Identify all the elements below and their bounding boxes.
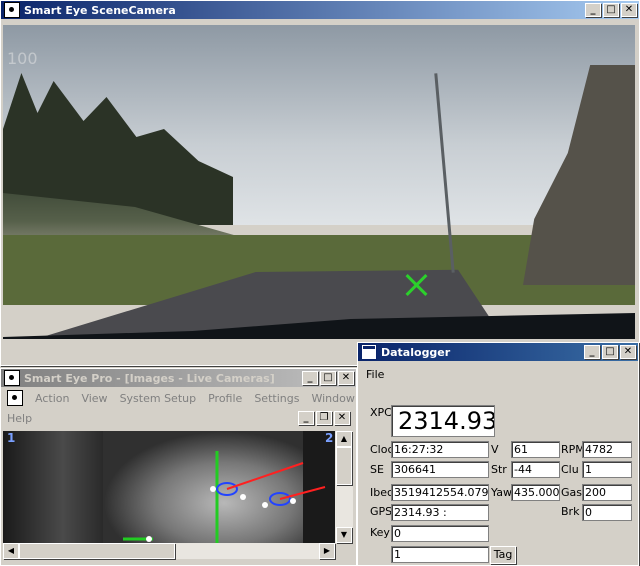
se-field[interactable]: 306641 (391, 461, 489, 478)
tag-field[interactable]: 1 (391, 546, 489, 563)
scroll-down-icon[interactable]: ▼ (336, 527, 352, 543)
camera-icon (4, 370, 20, 386)
horizontal-scrollbar[interactable]: ◀ ▶ (3, 543, 335, 559)
gps-field[interactable]: 2314.93 : (391, 504, 489, 521)
datalogger-title: Datalogger (381, 345, 451, 359)
ibec-field[interactable]: 3519412554.07914 (391, 484, 489, 501)
menu-settings[interactable]: Settings (254, 392, 299, 405)
rpm-field[interactable]: 4782 (582, 441, 632, 458)
v-field[interactable]: 61 (511, 441, 560, 458)
v-label: V (491, 443, 499, 456)
maximize-button[interactable]: □ (602, 345, 618, 359)
menu-system-setup[interactable]: System Setup (120, 392, 197, 405)
menu-action[interactable]: Action (35, 392, 69, 405)
datalogger-titlebar[interactable]: Datalogger _ □ ✕ (358, 343, 638, 361)
scroll-up-icon[interactable]: ▲ (336, 431, 352, 447)
document-icon[interactable] (7, 390, 23, 406)
scroll-thumb[interactable] (336, 447, 352, 485)
str-label: Str (491, 463, 507, 476)
child-minimize-button[interactable]: _ (298, 411, 314, 425)
smart-eye-pro-window: Smart Eye Pro - [Images - Live Cameras] … (0, 368, 357, 566)
vertical-scrollbar[interactable]: ▲ ▼ (335, 431, 353, 543)
minimize-button[interactable]: _ (584, 345, 600, 359)
live-camera-images: 1 2 (3, 431, 335, 543)
key-field[interactable]: 0 (391, 525, 489, 542)
xpc-display: 2314.93 (391, 405, 495, 437)
clu-field[interactable]: 1 (582, 461, 632, 478)
close-button[interactable]: ✕ (620, 345, 636, 359)
close-button[interactable]: ✕ (338, 371, 354, 385)
window-icon (361, 344, 377, 360)
yaw-field[interactable]: 435.000 (511, 484, 560, 501)
scene-titlebar[interactable]: Smart Eye SceneCamera _ □ ✕ (1, 1, 639, 19)
cloc-label: Cloc (370, 443, 394, 456)
minimize-button[interactable]: _ (585, 3, 601, 17)
gas-label: Gas (561, 486, 582, 499)
brk-label: Brk (561, 505, 580, 518)
str-field[interactable]: -44 (511, 461, 560, 478)
gps-label: GPS (370, 505, 393, 518)
xpc-label: XPC (370, 406, 392, 419)
menu-view[interactable]: View (81, 392, 107, 405)
brk-field[interactable]: 0 (582, 504, 632, 521)
tag-button[interactable]: Tag (490, 546, 516, 564)
scene-title: Smart Eye SceneCamera (24, 3, 176, 17)
gas-field[interactable]: 200 (582, 484, 632, 501)
child-restore-button[interactable]: ❐ (316, 411, 332, 425)
scroll-thumb-h[interactable] (19, 543, 175, 559)
se-label: SE (370, 463, 384, 476)
key-label: Key (370, 526, 390, 539)
menu-profile[interactable]: Profile (208, 392, 242, 405)
video-overlay-text: 100 (7, 49, 38, 68)
scene-video: 100 (3, 25, 635, 339)
camera-icon (4, 2, 20, 18)
menu-help[interactable]: Help (7, 412, 32, 425)
pro-menubar: Action View System Setup Profile Setting… (1, 389, 356, 407)
pro-menubar-2: Help _ ❐ ✕ (1, 409, 356, 427)
minimize-button[interactable]: _ (302, 371, 318, 385)
maximize-button[interactable]: □ (603, 3, 619, 17)
camera-label-2: 2 (325, 431, 334, 445)
scroll-right-icon[interactable]: ▶ (319, 543, 335, 559)
scene-camera-window: Smart Eye SceneCamera _ □ ✕ 100 (0, 0, 640, 366)
child-close-button[interactable]: ✕ (334, 411, 350, 425)
maximize-button[interactable]: □ (320, 371, 336, 385)
scroll-left-icon[interactable]: ◀ (3, 543, 19, 559)
menu-file[interactable]: File (366, 368, 384, 381)
tracking-overlay (123, 451, 326, 543)
close-button[interactable]: ✕ (621, 3, 637, 17)
pro-title: Smart Eye Pro - [Images - Live Cameras] (24, 371, 275, 385)
yaw-label: Yaw (491, 486, 512, 499)
clu-label: Clu (561, 463, 579, 476)
ibec-label: Ibec (370, 486, 394, 499)
camera-label-1: 1 (7, 431, 16, 445)
gaze-marker-icon (405, 273, 429, 297)
cloc-field[interactable]: 16:27:32 (391, 441, 489, 458)
datalogger-menubar: File (358, 365, 638, 383)
datalogger-window: Datalogger _ □ ✕ File XPC 2314.93 Cloc 1… (357, 342, 639, 566)
menu-window[interactable]: Window (311, 392, 354, 405)
pro-titlebar[interactable]: Smart Eye Pro - [Images - Live Cameras] … (1, 369, 356, 387)
